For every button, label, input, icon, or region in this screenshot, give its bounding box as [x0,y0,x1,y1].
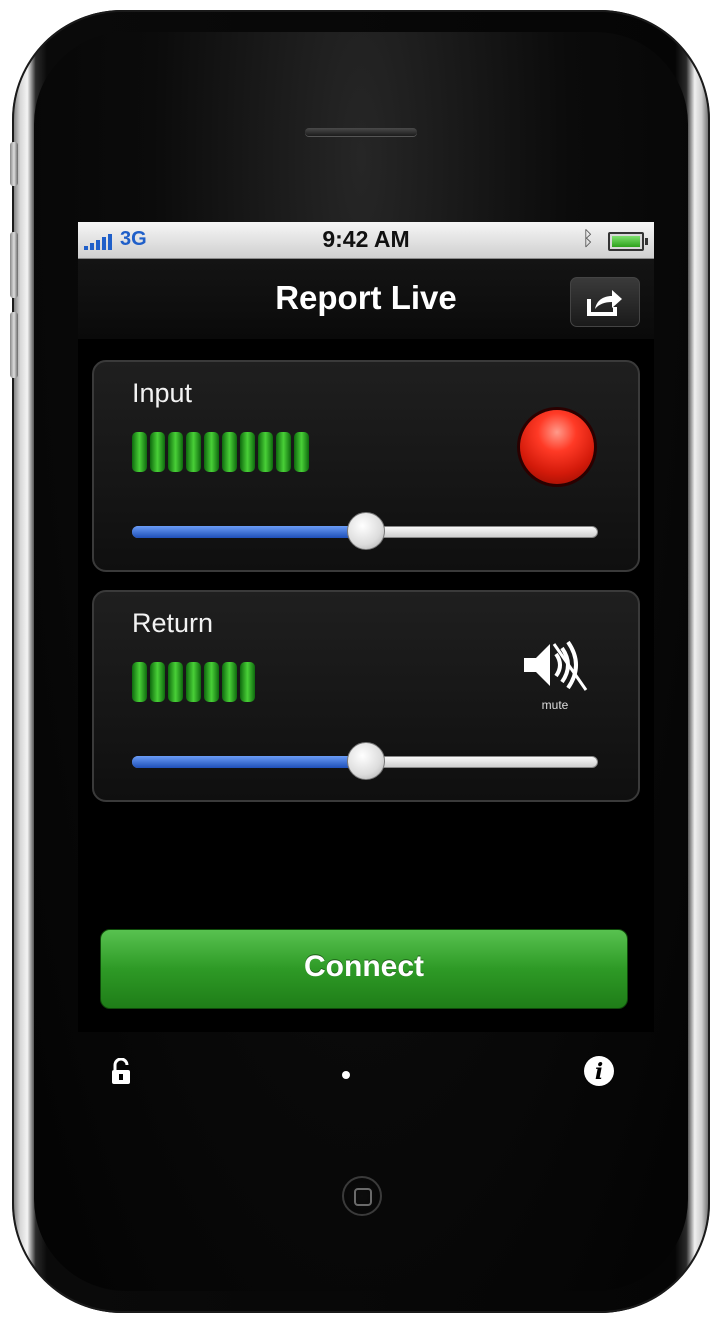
volume-down-button [10,312,18,378]
meter-segment [222,432,237,472]
meter-segment [132,662,147,702]
meter-segment [150,432,165,472]
bluetooth-icon: ᛒ [582,228,594,250]
meter-segment [168,432,183,472]
input-label: Input [132,378,193,408]
meter-segment [168,662,183,702]
navigation-bar: Report Live [78,259,654,339]
mute-label: mute [541,698,569,712]
meter-segment [204,662,219,702]
return-volume-slider[interactable] [132,742,598,780]
volume-up-button [10,232,18,298]
page-indicator-dot [342,1071,350,1079]
ringer-switch [10,142,18,186]
share-icon [587,290,622,316]
connect-button[interactable]: Connect [100,929,628,1009]
return-slider-thumb[interactable] [347,742,385,780]
input-volume-slider[interactable] [132,512,598,550]
meter-segment [186,662,201,702]
meter-segment [240,662,255,702]
meter-segment [276,432,291,472]
input-panel: Input [92,360,640,572]
meter-segment [294,432,309,472]
record-button[interactable] [520,410,594,484]
meter-segment [240,432,255,472]
info-icon: i [594,1059,604,1085]
app-screen: 3G 9:42 AM ᛒ Report Live Input Return mu… [78,222,654,1032]
input-slider-thumb[interactable] [347,512,385,550]
share-button[interactable] [570,277,640,327]
meter-segment [186,432,201,472]
page-title: Report Live [275,279,457,316]
meter-segment [204,432,219,472]
earpiece-speaker [305,128,417,136]
battery-icon [608,232,648,251]
info-button[interactable]: i [584,1056,614,1086]
return-panel: Return mute [92,590,640,802]
speaker-mute-icon [524,640,588,691]
status-bar: 3G 9:42 AM ᛒ [78,222,654,259]
input-level-meter [132,432,309,472]
mute-button[interactable]: mute [518,634,592,716]
meter-segment [222,662,237,702]
meter-segment [132,432,147,472]
meter-segment [150,662,165,702]
home-button[interactable] [342,1176,382,1216]
meter-segment [258,432,273,472]
connect-label: Connect [304,950,424,983]
home-square-icon [354,1188,372,1206]
lock-icon[interactable] [110,1058,132,1086]
return-label: Return [132,608,214,638]
status-time: 9:42 AM [322,226,410,252]
return-level-meter [132,662,255,702]
